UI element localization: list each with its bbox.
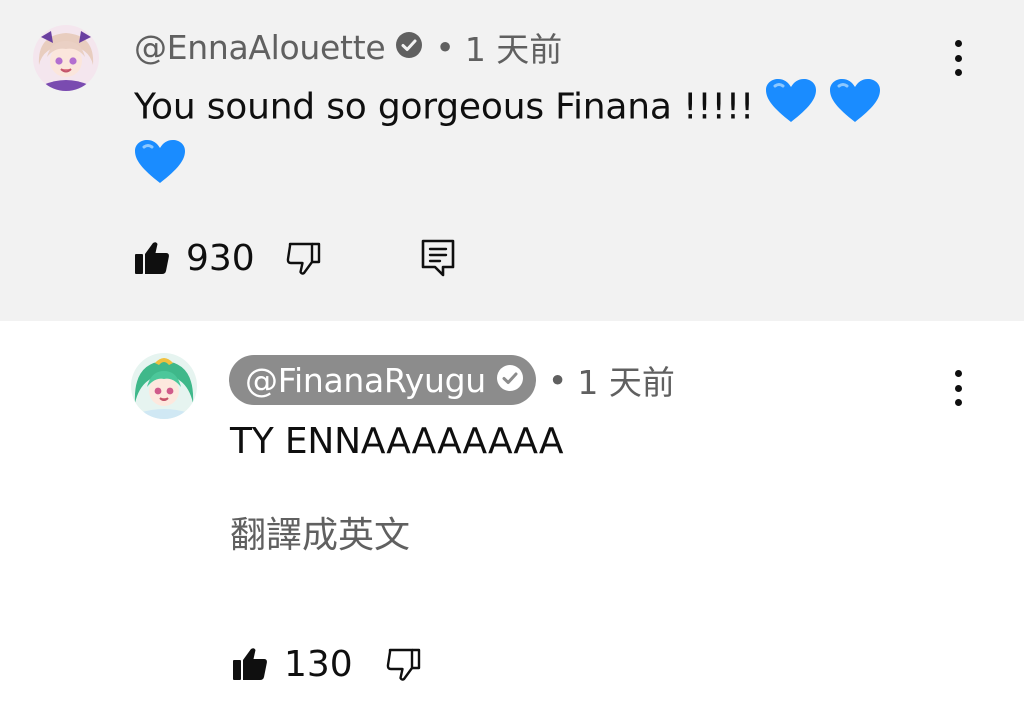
comment-text-content: You sound so gorgeous Finana !!!!!: [134, 86, 755, 128]
comment-text: You sound so gorgeous Finana !!!!!: [134, 78, 954, 200]
verified-check-icon: [395, 31, 423, 63]
like-count: 930: [186, 237, 255, 279]
dislike-icon[interactable]: [285, 241, 321, 275]
like-icon[interactable]: [232, 647, 268, 681]
reply-thread: @FinanaRyugu • 1 天前 TY ENNAAAAAAAA 翻譯成英文…: [0, 321, 1024, 727]
avatar[interactable]: [131, 353, 197, 419]
separator-dot: •: [435, 27, 455, 67]
like-icon[interactable]: [134, 241, 170, 275]
reply-icon[interactable]: [421, 239, 455, 277]
more-options-icon[interactable]: [948, 368, 968, 408]
reply-timestamp[interactable]: 1 天前: [577, 356, 675, 404]
separator-dot: •: [547, 360, 568, 400]
author-handle[interactable]: @EnnaAlouette: [134, 28, 386, 67]
blue-heart-icon: [765, 78, 817, 139]
comment-thread: @EnnaAlouette • 1 天前 You sound so gorgeo…: [0, 0, 1024, 321]
reply-actions: 130: [232, 639, 421, 689]
reply-header: @FinanaRyugu • 1 天前: [229, 355, 675, 405]
blue-heart-icon: [134, 139, 186, 200]
like-count: 130: [284, 643, 353, 685]
verified-check-icon: [496, 364, 524, 396]
comment-timestamp[interactable]: 1 天前: [465, 23, 563, 71]
more-options-icon[interactable]: [948, 38, 968, 78]
translate-link[interactable]: 翻譯成英文: [230, 506, 410, 558]
reply-text: TY ENNAAAAAAAA: [230, 421, 564, 462]
dislike-icon[interactable]: [385, 647, 421, 681]
blue-heart-icon: [829, 78, 881, 139]
avatar[interactable]: [33, 25, 99, 91]
author-handle: @FinanaRyugu: [245, 360, 486, 400]
comment-actions: 930: [134, 233, 455, 283]
comment-header: @EnnaAlouette • 1 天前: [134, 22, 562, 72]
channel-owner-chip[interactable]: @FinanaRyugu: [229, 355, 536, 405]
